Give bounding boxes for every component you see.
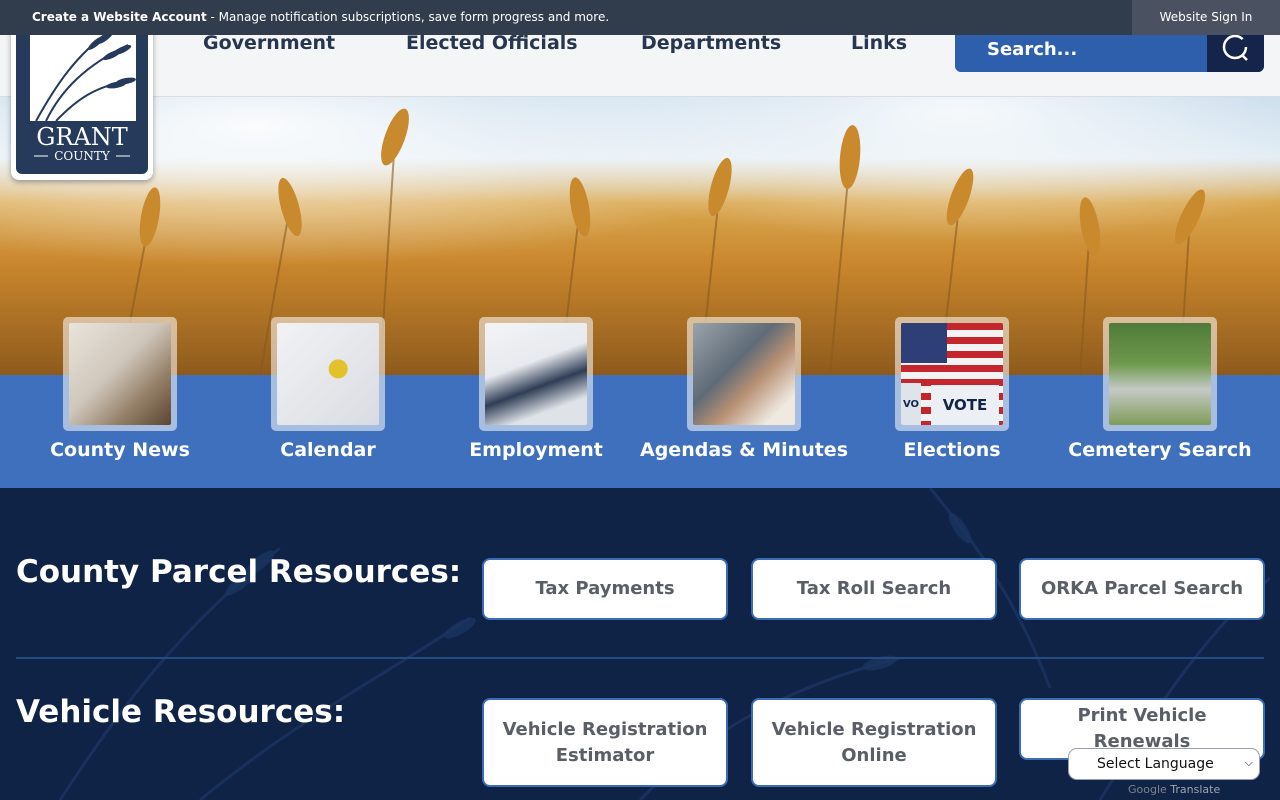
nav-links[interactable]: Links — [851, 34, 907, 63]
logo-badge: GRANT COUNTY — [16, 25, 148, 174]
tax-roll-search-button[interactable]: Tax Roll Search — [751, 558, 997, 620]
quick-link-label: Employment — [469, 439, 603, 461]
vehicle-resources-heading: Vehicle Resources: — [16, 694, 346, 730]
quick-link-label: Agendas & Minutes — [640, 439, 848, 461]
chevron-down-icon: ⌵ — [1244, 756, 1253, 769]
quick-link-elections[interactable]: VOTE VO Elections — [857, 317, 1047, 467]
google-translate-attribution[interactable]: Google Translate — [1128, 783, 1220, 796]
logo-text-county: COUNTY — [54, 149, 111, 163]
calendar-thumbnail — [271, 317, 385, 431]
quick-link-county-news[interactable]: County News — [25, 317, 215, 467]
section-divider — [16, 657, 1264, 659]
translate-label: Translate — [1170, 783, 1221, 796]
vehicle-registration-online-button[interactable]: Vehicle Registration Online — [751, 698, 997, 787]
button-label-line1: Vehicle Registration — [771, 718, 977, 740]
quick-link-label: County News — [50, 439, 190, 461]
quick-link-label: Elections — [903, 439, 1001, 461]
button-label-line1: Vehicle Registration — [502, 718, 708, 740]
employment-thumbnail — [479, 317, 593, 431]
website-sign-in-button[interactable]: Website Sign In — [1132, 0, 1280, 35]
quick-link-employment[interactable]: Employment — [441, 317, 631, 467]
nav-government[interactable]: Government — [203, 34, 335, 63]
quick-link-label: Cemetery Search — [1068, 439, 1252, 461]
vote-sign-partial: VO — [901, 383, 921, 425]
select-language-dropdown[interactable]: Select Language ⌵ — [1068, 748, 1260, 780]
wheat-logo-icon: GRANT COUNTY — [30, 25, 136, 163]
vehicle-registration-estimator-button[interactable]: Vehicle Registration Estimator — [482, 698, 728, 787]
quick-link-calendar[interactable]: Calendar — [233, 317, 423, 467]
tax-payments-button[interactable]: Tax Payments — [482, 558, 728, 620]
button-label-line2: Estimator — [555, 744, 655, 766]
button-label: Tax Roll Search — [796, 578, 952, 599]
button-label: Tax Payments — [535, 578, 675, 599]
button-label: ORKA Parcel Search — [1040, 578, 1244, 599]
orka-parcel-search-button[interactable]: ORKA Parcel Search — [1019, 558, 1265, 620]
vote-sign: VOTE — [931, 385, 999, 425]
cemetery-thumbnail — [1103, 317, 1217, 431]
grant-county-logo[interactable]: GRANT COUNTY — [11, 25, 153, 180]
create-account-link[interactable]: Create a Website Account - Manage notifi… — [32, 0, 609, 35]
button-label-line2: Online — [841, 744, 907, 766]
county-news-thumbnail — [63, 317, 177, 431]
quick-link-label: Calendar — [280, 439, 376, 461]
select-language-label: Select Language — [1097, 756, 1214, 772]
nav-elected-officials[interactable]: Elected Officials — [406, 34, 578, 63]
nav-departments[interactable]: Departments — [641, 34, 781, 63]
account-notice-bar: Create a Website Account - Manage notifi… — [0, 0, 1280, 35]
county-parcel-resources-heading: County Parcel Resources: — [16, 554, 462, 590]
agendas-thumbnail — [687, 317, 801, 431]
quick-link-cemetery-search[interactable]: Cemetery Search — [1065, 317, 1255, 467]
google-label: Google — [1128, 783, 1167, 796]
elections-thumbnail: VOTE VO — [895, 317, 1009, 431]
quick-link-agendas-minutes[interactable]: Agendas & Minutes — [640, 317, 848, 467]
logo-text-grant: GRANT — [36, 123, 128, 151]
